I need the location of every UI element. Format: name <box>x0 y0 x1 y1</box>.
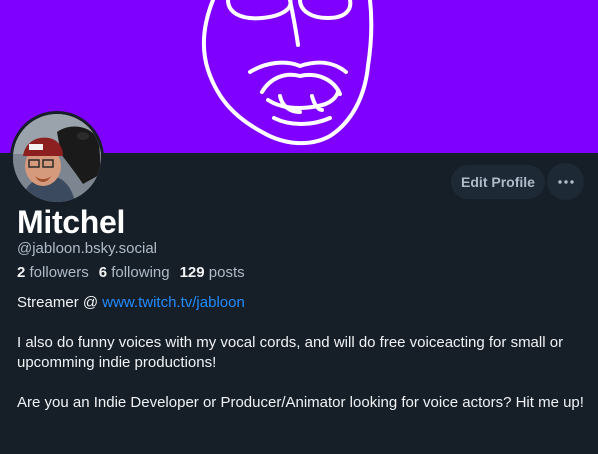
avatar-photo <box>13 114 101 202</box>
display-name: Mitchel <box>17 204 126 240</box>
following-count: 6 <box>98 264 108 281</box>
followers-count: 2 <box>17 264 26 281</box>
profile-bio: Streamer @ www.twitch.tv/jabloon I also … <box>17 293 589 413</box>
profile-stats: 2 followers 6 following 129 posts <box>17 264 245 281</box>
followers-link[interactable]: 2 followers <box>17 264 89 281</box>
bio-line-2: I also do funny voices with my vocal cor… <box>17 334 564 371</box>
following-link[interactable]: 6 following <box>99 264 170 281</box>
handle: @jabloon.bsky.social <box>17 240 158 257</box>
avatar[interactable] <box>10 111 104 205</box>
posts-stat: 129 posts <box>180 264 245 281</box>
bio-line-1: Streamer @ www.twitch.tv/jabloon <box>17 293 589 313</box>
bio-line-3: Are you an Indie Developer or Producer/A… <box>17 394 584 411</box>
bio-streamer-prefix: Streamer @ <box>17 294 103 311</box>
following-label: following <box>111 264 170 281</box>
posts-count: 129 <box>179 264 205 281</box>
twitch-link[interactable]: www.twitch.tv/jabloon <box>102 294 245 311</box>
followers-label: followers <box>29 264 89 281</box>
more-options-button[interactable] <box>547 163 584 200</box>
ellipsis-icon <box>557 179 574 184</box>
posts-label: posts <box>208 264 245 281</box>
edit-profile-button[interactable]: Edit Profile <box>451 165 545 199</box>
